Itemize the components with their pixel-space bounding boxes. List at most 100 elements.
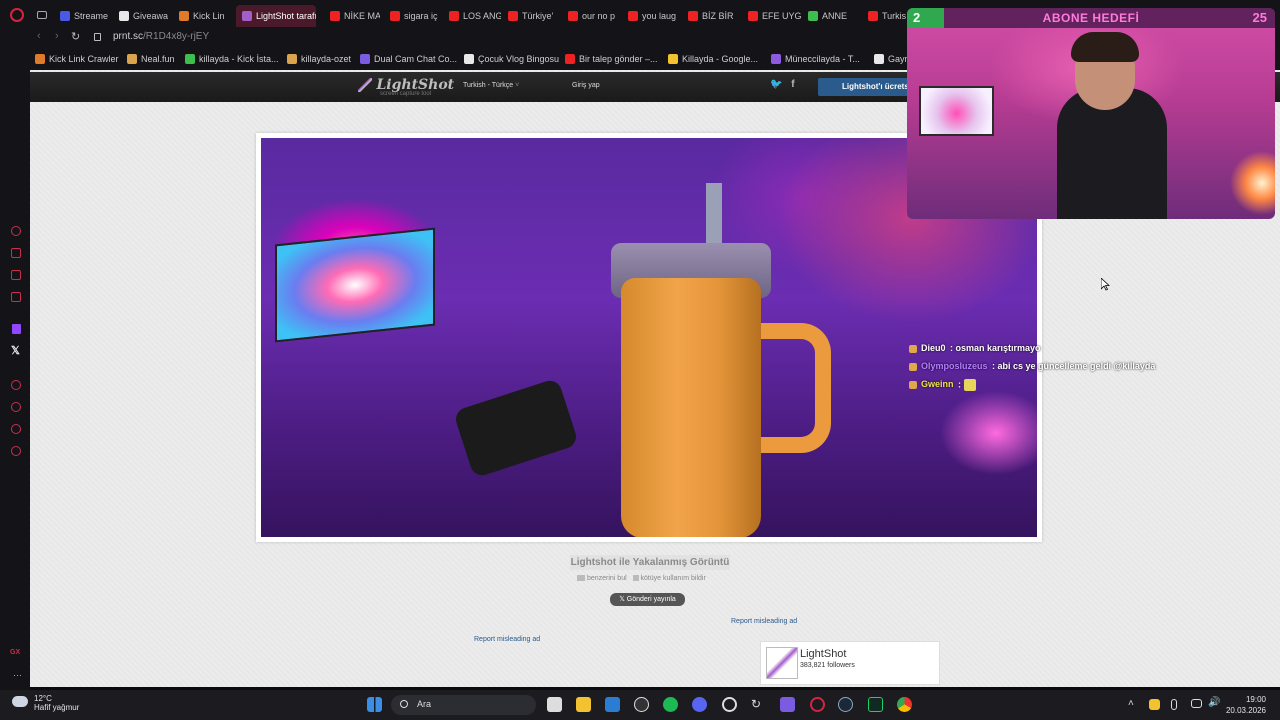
workspaces-icon[interactable]: [37, 11, 47, 19]
forward-icon[interactable]: ›: [55, 30, 59, 42]
windows-start-icon[interactable]: [367, 697, 382, 712]
bookmark-favicon-icon: [771, 54, 781, 64]
gx-corner-icon[interactable]: GX: [10, 649, 20, 656]
bookmark-item[interactable]: killayda-ozet: [287, 54, 351, 64]
twitter-icon[interactable]: 🐦: [770, 79, 782, 90]
lock-icon: [94, 33, 101, 41]
tab-9[interactable]: you laug: [628, 6, 682, 26]
bookmark-item[interactable]: Çocuk Vlog Bingosu: [464, 54, 559, 64]
chat-badge-icon: [909, 344, 917, 353]
social-links: 🐦 f: [770, 79, 795, 90]
url-field[interactable]: prnt.sc/R1D4x8y-rjEY: [113, 31, 209, 42]
tab-3[interactable]: LightShot tarafın: [236, 5, 316, 27]
github-desktop-icon[interactable]: [634, 697, 649, 712]
tab-label: Giveawa: [133, 11, 169, 21]
tweet-button[interactable]: 𝕏 Gönderi yayınla: [610, 593, 685, 606]
tab-13[interactable]: Turkis: [868, 6, 908, 26]
sidebar-bag-icon[interactable]: [11, 248, 21, 258]
bookmark-item[interactable]: Neal.fun: [127, 54, 175, 64]
discord-icon[interactable]: [692, 697, 707, 712]
tweet-label: Gönderi yayınla: [626, 596, 676, 603]
weather-condition: Hafif yağmur: [34, 703, 80, 712]
terminal-icon[interactable]: [868, 697, 883, 712]
login-link[interactable]: Giriş yap: [572, 82, 600, 89]
app-arrow-icon[interactable]: ↻: [751, 697, 766, 712]
bookmark-favicon-icon: [874, 54, 884, 64]
chrome-icon[interactable]: [897, 697, 912, 712]
bookmark-item[interactable]: Dual Cam Chat Co...: [360, 54, 457, 64]
tab-10[interactable]: BİZ BİR: [688, 6, 742, 26]
download-button[interactable]: Lightshot'ı ücretsiz: [818, 78, 918, 96]
tab-0[interactable]: Streame: [60, 6, 117, 26]
find-similar-link[interactable]: benzerini bul: [587, 575, 627, 582]
report-ad-link-right[interactable]: Report misleading ad: [731, 618, 797, 625]
reload-icon[interactable]: ↻: [71, 30, 80, 43]
chat-username[interactable]: Olymposluzeus: [921, 361, 988, 371]
file-explorer-icon[interactable]: [576, 697, 591, 712]
tab-12[interactable]: ANNE: [808, 6, 862, 26]
chat-message: Gweinn :: [909, 379, 976, 391]
tab-favicon-icon: [868, 11, 878, 21]
taskbar-search[interactable]: Ara: [391, 695, 536, 715]
tab-7[interactable]: Türkiye': [508, 6, 562, 26]
steam-icon[interactable]: [838, 697, 853, 712]
tab-label: ANNE: [822, 11, 848, 21]
tab-2[interactable]: Kick Lin: [179, 6, 233, 26]
chat-username[interactable]: Dieu0: [921, 343, 946, 353]
tab-5[interactable]: sigara iç: [390, 6, 442, 26]
tab-8[interactable]: our no p: [568, 6, 622, 26]
opera-gx-taskbar-icon[interactable]: [810, 697, 825, 712]
tab-label: NİKE MA: [344, 11, 380, 21]
bookmark-favicon-icon: [565, 54, 575, 64]
image-caption: Lightshot ile Yakalanmış Görüntü: [570, 555, 730, 570]
chat-separator: :: [947, 343, 956, 353]
task-view-icon[interactable]: [547, 697, 562, 712]
outlook-icon[interactable]: [605, 697, 620, 712]
bookmark-item[interactable]: Kick Link Crawler: [35, 54, 119, 64]
volume-icon[interactable]: 🔊: [1208, 697, 1220, 709]
report-abuse-link[interactable]: kötüye kullanım bildir: [640, 575, 705, 582]
lightshot-logo[interactable]: LightShot screen capture tool: [358, 76, 454, 97]
tray-app-icon[interactable]: [1149, 699, 1160, 710]
sidebar-history-icon[interactable]: [11, 402, 21, 412]
microphone-icon[interactable]: [1171, 699, 1177, 710]
app-grid-icon[interactable]: [780, 697, 795, 712]
language-select[interactable]: Turkish - Türkçe ˅: [463, 82, 519, 89]
sidebar-chat-icon[interactable]: [11, 270, 21, 280]
streamer-hair: [1071, 32, 1139, 62]
opera-logo-icon[interactable]: [10, 8, 24, 22]
tab-4[interactable]: NİKE MA: [330, 6, 380, 26]
obs-settings-icon[interactable]: [722, 697, 737, 712]
weather-widget[interactable]: 12°C Hafif yağmur: [12, 694, 79, 712]
tab-favicon-icon: [449, 11, 459, 21]
sidebar-settings-icon[interactable]: [11, 446, 21, 456]
back-icon[interactable]: ‹: [37, 30, 41, 42]
goal-title: ABONE HEDEFİ: [1042, 11, 1140, 25]
sidebar-messenger-icon[interactable]: [11, 292, 21, 302]
tab-label: our no p: [582, 11, 616, 21]
sidebar-extensions-icon[interactable]: [11, 424, 21, 434]
report-ad-link-left[interactable]: Report misleading ad: [474, 636, 540, 643]
spotify-icon[interactable]: [663, 697, 678, 712]
display-icon[interactable]: [1191, 699, 1202, 708]
bookmark-item[interactable]: Bir talep gönder –...: [565, 54, 658, 64]
more-icon[interactable]: ⋯: [13, 670, 22, 681]
sidebar-ai-icon[interactable]: [11, 226, 21, 236]
bookmark-item[interactable]: killayda - Kick İsta...: [185, 54, 279, 64]
bookmark-item[interactable]: Gayri: [874, 54, 910, 64]
sidebar-player-icon[interactable]: [11, 380, 21, 390]
facebook-icon[interactable]: f: [791, 79, 794, 90]
tray-chevron-icon[interactable]: ˄: [1128, 698, 1134, 709]
bookmark-item[interactable]: Müneccilayda - T...: [771, 54, 860, 64]
fb-page-name[interactable]: LightShot: [800, 648, 846, 660]
facebook-page-widget[interactable]: LightShot 383,821 followers: [760, 641, 940, 685]
clock-time: 19:00: [1245, 695, 1266, 704]
bookmark-item[interactable]: Killayda - Google...: [668, 54, 758, 64]
twitch-icon[interactable]: [12, 324, 21, 334]
tab-1[interactable]: Giveawa: [119, 6, 174, 26]
system-clock[interactable]: 19:00 20.03.2026: [1226, 694, 1266, 716]
tab-6[interactable]: LOS ANG: [449, 6, 501, 26]
x-icon[interactable]: 𝕏: [11, 344, 20, 357]
tab-11[interactable]: EFE UYG: [748, 6, 802, 26]
chat-username[interactable]: Gweinn: [921, 379, 954, 389]
